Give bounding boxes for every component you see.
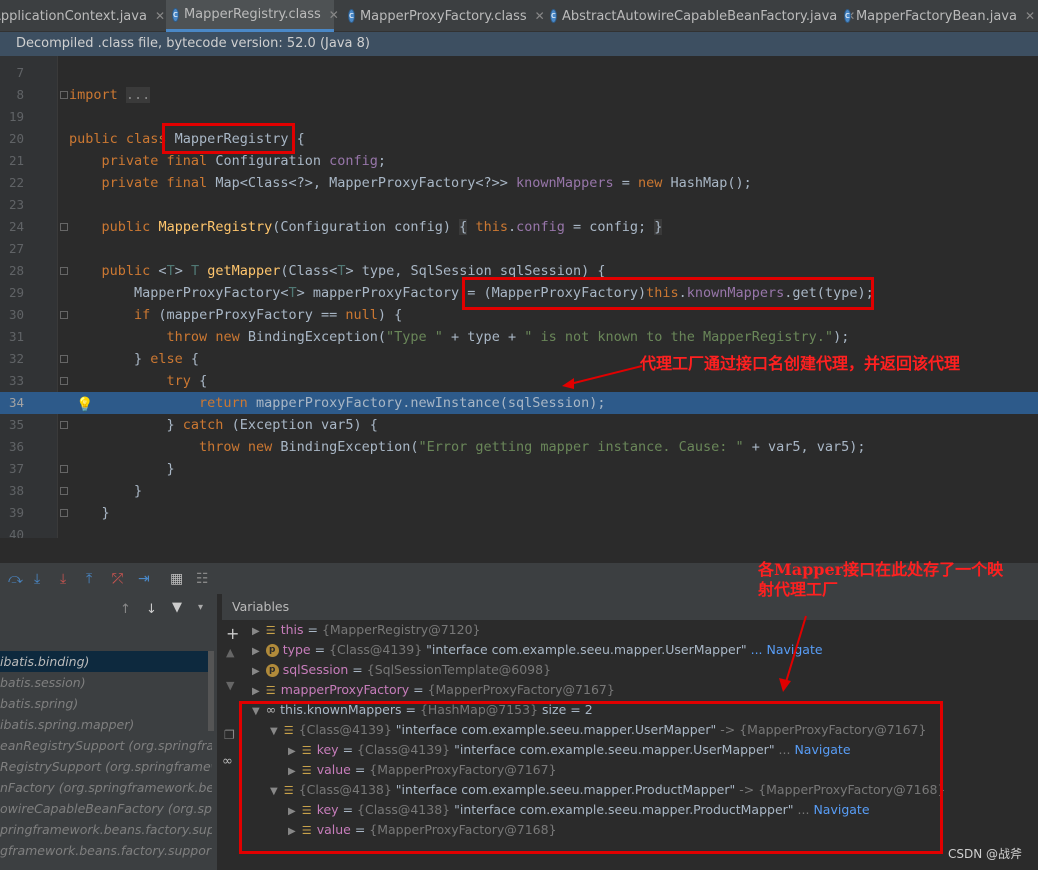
tab-label: MapperFactoryBean.java [855,8,1017,24]
code-line: 36 throw new BindingException("Error get… [8,439,866,455]
frame-item[interactable]: gframework.beans.factory.support) [0,840,212,861]
tab-mapper-proxy-factory[interactable]: c MapperProxyFactory.class ✕ [342,0,545,32]
code-line: 35 } catch (Exception var5) { [8,417,378,433]
var-mapper-proxy-factory[interactable]: ▶ ☰ mapperProxyFactory = {MapperProxyFacto… [252,680,615,700]
move-down-icon[interactable]: ▼ [226,679,234,692]
tab-label: MapperProxyFactory.class [359,8,527,24]
chevron-down-icon[interactable]: ▾ [198,602,203,613]
tab-mapper-factory-bean[interactable]: c MapperFactoryBean.java ✕ [838,0,1035,32]
tab-label: ApplicationContext.java [0,8,147,24]
close-icon[interactable]: ✕ [1025,9,1035,23]
evaluate-icon[interactable]: ▦ [170,571,183,587]
var-this[interactable]: ▶ ☰ this = {MapperRegistry@7120} [252,620,480,640]
code-line: 37 } [8,461,175,477]
var-type[interactable]: ▶ p type = {Class@4139} "interface com.exa… [252,640,823,660]
class-file-icon: c [172,7,179,22]
fold-icon[interactable] [60,465,68,473]
fold-icon[interactable] [60,355,68,363]
editor-tab-bar: ApplicationContext.java ✕ c MapperRegist… [0,0,1038,32]
code-line: 31 throw new BindingException("Type " + … [8,329,850,345]
class-file-icon: c [550,9,557,23]
class-file-icon: c [844,9,851,23]
annotation-arrow [779,615,807,692]
tab-label: AbstractAutowireCapableBeanFactory.java [561,8,838,24]
annotation-arrow [562,365,643,389]
tab-application-context[interactable]: ApplicationContext.java ✕ [0,0,165,32]
var-sqlsession[interactable]: ▶ p sqlSession = {SqlSessionTemplate@6098} [252,660,551,680]
code-line: 23 [8,197,24,212]
trace-icon[interactable]: ☷ [196,571,209,587]
code-line: 22 private final Map<Class<?>, MapperPro… [8,175,752,191]
fold-icon[interactable] [60,421,68,429]
get-known-mappers-highlight [462,277,874,310]
tab-mapper-registry[interactable]: c MapperRegistry.class ✕ [166,0,339,32]
frame-down-icon[interactable]: ↓ [146,602,157,617]
watermark: CSDN @战斧 [947,847,1022,861]
run-to-cursor-icon[interactable]: ⇥ [138,571,150,587]
move-up-icon[interactable]: ▲ [226,646,234,659]
tab-label: MapperRegistry.class [183,7,321,22]
frame-item[interactable]: nFactory (org.springframework.beans [0,777,212,798]
code-line: 7 [16,65,24,80]
step-over-icon[interactable]: ⤼ [8,571,23,587]
code-line: 21 private final Configuration config; [8,153,387,169]
proxy-annotation: 代理工厂通过接口名创建代理，并返回该代理 [640,354,961,373]
code-line: 27 [8,241,24,256]
close-icon[interactable]: ✕ [329,8,339,22]
code-line: 39 } [8,505,110,521]
code-line: 8 import ... [16,87,151,103]
code-line: 24 public MapperRegistry(Configuration c… [8,219,663,235]
known-mappers-highlight [239,701,943,854]
fold-icon[interactable] [60,487,68,495]
fold-icon[interactable] [60,91,68,99]
frame-item[interactable]: eanRegistrySupport (org.springframew [0,735,212,756]
code-line: 40 [8,527,24,538]
frames-scrollbar[interactable] [208,651,214,731]
current-execution-line: 34 💡 return mapperProxyFactory.newInstanc… [0,392,1038,414]
decompiled-banner: Decompiled .class file, bytecode version… [0,32,1038,56]
watches-icon[interactable]: ∞ [222,754,233,769]
step-into-icon[interactable]: ⤓ [34,571,40,587]
frame-item[interactable]: ibatis.spring.mapper) [0,714,212,735]
step-out-icon[interactable]: ⤒ [86,571,92,587]
fold-icon[interactable] [60,311,68,319]
copy-icon[interactable]: ❐ [224,728,235,742]
frames-panel: ↑ ↓ ▼ ▾ ibatis.binding) batis.session) b… [0,594,218,870]
drop-frame-icon[interactable]: ⤱ [112,571,123,587]
code-line: 19 [8,109,24,124]
fold-icon[interactable] [60,223,68,231]
class-file-icon: c [348,9,355,23]
code-line: 38 } [8,483,143,499]
frame-item[interactable]: batis.spring) [0,693,212,714]
fold-icon[interactable] [60,377,68,385]
fold-icon[interactable] [60,509,68,517]
force-step-into-icon[interactable]: ⤓ [60,571,66,587]
tab-abstract-autowire[interactable]: c AbstractAutowireCapableBeanFactory.jav… [544,0,855,32]
frame-up-icon[interactable]: ↑ [120,602,131,617]
code-editor[interactable]: 7 8 import ... 19 20 public class MapperRe… [0,56,1038,538]
filter-icon[interactable]: ▼ [172,600,182,615]
frame-item[interactable]: RegistrySupport (org.springframewor [0,756,212,777]
frame-item[interactable]: owireCapableBeanFactory (org.spring [0,798,212,819]
code-line: 20 public class MapperRegistry { [8,131,305,147]
close-icon[interactable]: ✕ [155,9,165,23]
frame-item[interactable]: ibatis.binding) [0,651,212,672]
frame-item[interactable]: pringframework.beans.factory.support [0,819,212,840]
frame-item[interactable]: batis.session) [0,672,212,693]
class-name-highlight [162,123,295,154]
add-watch-icon[interactable]: + [226,624,239,643]
map-annotation: 各Mapper接口在此处存了一个映射代理工厂 [758,560,1004,599]
fold-icon[interactable] [60,267,68,275]
